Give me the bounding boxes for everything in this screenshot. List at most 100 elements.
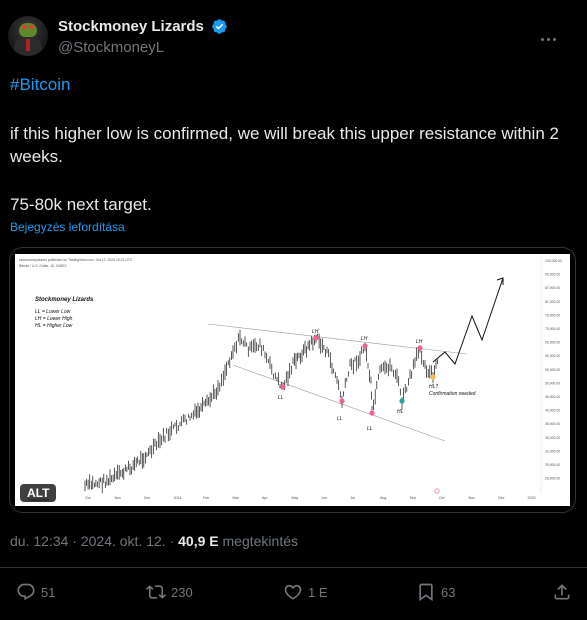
ll-marker [339, 398, 345, 404]
post-meta: du. 12:34 · 2024. okt. 12. · 40,9 E megt… [10, 533, 298, 549]
x-tick-label: Oct [85, 496, 91, 500]
legend-item: LH = Lower High [35, 316, 73, 322]
y-tick-label: 87,000.00 [545, 286, 560, 290]
current-date-marker [434, 488, 440, 494]
ll-marker [369, 410, 375, 416]
reply-button[interactable]: 51 [16, 580, 55, 604]
y-tick-label: 76,000.00 [545, 313, 560, 317]
y-tick-label: 65,000.00 [545, 341, 560, 345]
reply-icon [17, 583, 35, 601]
y-tick-label: 95,000.00 [545, 273, 560, 277]
x-tick-label: 2024 [174, 496, 182, 500]
chart-symbol-text: Bitcoin / U.S. Dollar, 1D, INDEX [19, 264, 67, 268]
x-tick-label: Aug [380, 496, 386, 500]
chart-watermark-title: Stockmoney Lizards [35, 297, 94, 303]
bookmark-icon [419, 583, 433, 602]
x-tick-label: Jun [321, 496, 327, 500]
like-button[interactable]: 1 E [283, 580, 328, 604]
ll-label: LL [278, 395, 284, 401]
legend-item: HL = Higher Low [35, 323, 73, 329]
x-tick-label: Jul [351, 496, 356, 500]
like-count: 1 E [308, 584, 328, 600]
views-count: 40,9 E [178, 533, 219, 549]
chart-drawing: stockmoneylizards published on TradingVi… [19, 256, 562, 502]
y-axis-ticks: 100,000.00 95,000.00 87,000.00 81,000.00 76,… [545, 259, 562, 481]
y-tick-label: 100,000.00 [545, 259, 562, 263]
repost-count: 230 [171, 584, 193, 600]
bookmark-button[interactable]: 63 [416, 580, 455, 604]
post-time[interactable]: du. 12:34 [10, 533, 68, 549]
lower-support-line [232, 364, 446, 442]
hl-question-marker [430, 374, 436, 380]
y-tick-label: 55,000.00 [545, 368, 560, 372]
hl-label: HL [397, 409, 404, 415]
y-tick-label: 26,000.00 [545, 477, 560, 481]
meta-separator: · [169, 533, 175, 549]
y-tick-label: 60,000.00 [545, 354, 560, 358]
y-tick-label: 32,000.00 [545, 449, 560, 453]
y-tick-label: 46,000.00 [545, 395, 560, 399]
alt-text-badge[interactable]: ALT [20, 484, 57, 502]
reply-count: 51 [41, 584, 56, 600]
confirmation-label: Confirmation needed [429, 391, 476, 397]
repost-icon [146, 585, 166, 599]
lh-marker [313, 335, 319, 341]
action-bar: 51 230 1 E 63 [0, 580, 587, 604]
upper-resistance-line [207, 323, 468, 355]
y-tick-label: 50,000.00 [545, 381, 560, 385]
x-axis-ticks: Oct Nov Dec 2024 Feb Mar Apr May Jun Jul Aug Sep Oct… [85, 496, 536, 500]
x-tick-label: Nov [469, 496, 476, 500]
hashtag-link[interactable]: #Bitcoin [10, 73, 575, 96]
bookmark-count: 63 [441, 584, 456, 600]
author-name[interactable]: Stockmoney Lizards [58, 18, 204, 35]
post-header: Stockmoney Lizards @StockmoneyL [8, 12, 579, 60]
lh-label: LH [416, 339, 423, 345]
divider [0, 567, 587, 568]
author-handle[interactable]: @StockmoneyL [58, 39, 228, 56]
ll-marker [280, 384, 286, 390]
verified-badge-icon [212, 19, 228, 35]
post-text-paragraph: if this higher low is confirmed, we will… [10, 124, 559, 166]
y-tick-label: 81,000.00 [545, 300, 560, 304]
repost-button[interactable]: 230 [146, 580, 193, 604]
more-options-icon[interactable] [541, 28, 561, 41]
hl-marker [399, 398, 405, 404]
lh-label: LH [312, 329, 319, 335]
post-date[interactable]: 2024. okt. 12. [81, 533, 166, 549]
share-button[interactable] [552, 580, 577, 604]
x-tick-label: Dec [144, 496, 151, 500]
y-tick-label: 29,000.00 [545, 463, 560, 467]
y-tick-label: 70,000.00 [545, 327, 560, 331]
price-candles [84, 329, 438, 494]
x-tick-label: Oct [439, 496, 445, 500]
chart-header-text: stockmoneylizards published on TradingVi… [19, 258, 133, 262]
ll-label: LL [337, 416, 343, 422]
share-icon [554, 584, 570, 600]
y-tick-label: 35,000.00 [545, 436, 560, 440]
post-media-image[interactable]: stockmoneylizards published on TradingVi… [9, 247, 576, 513]
x-tick-label: Sep [410, 496, 416, 500]
eye-shape [22, 25, 27, 29]
avatar[interactable] [8, 16, 48, 56]
ll-label: LL [367, 426, 373, 432]
x-tick-label: Nov [115, 496, 122, 500]
x-tick-label: May [292, 496, 299, 500]
chart-image: stockmoneylizards published on TradingVi… [15, 254, 570, 506]
meta-separator: · [72, 533, 77, 549]
x-tick-label: Dec [498, 496, 505, 500]
post-text-paragraph: 75-80k next target. [10, 195, 152, 214]
hl-question-label: HL? [429, 384, 438, 390]
tie-shape [26, 39, 30, 51]
views-label: megtekintés [222, 533, 298, 549]
x-tick-label: Mar [233, 496, 240, 500]
eye-shape [29, 25, 34, 29]
x-tick-label: Feb [203, 496, 209, 500]
heart-icon [284, 584, 302, 600]
author-info: Stockmoney Lizards @StockmoneyL [58, 18, 228, 56]
y-tick-label: 42,000.00 [545, 409, 560, 413]
translate-post-link[interactable]: Bejegyzés lefordítása [10, 220, 125, 234]
x-tick-label: Apr [262, 496, 268, 500]
x-tick-label: 2025 [528, 496, 536, 500]
legend-item: LL = Lower Low [35, 309, 71, 315]
lh-label: LH [361, 336, 368, 342]
